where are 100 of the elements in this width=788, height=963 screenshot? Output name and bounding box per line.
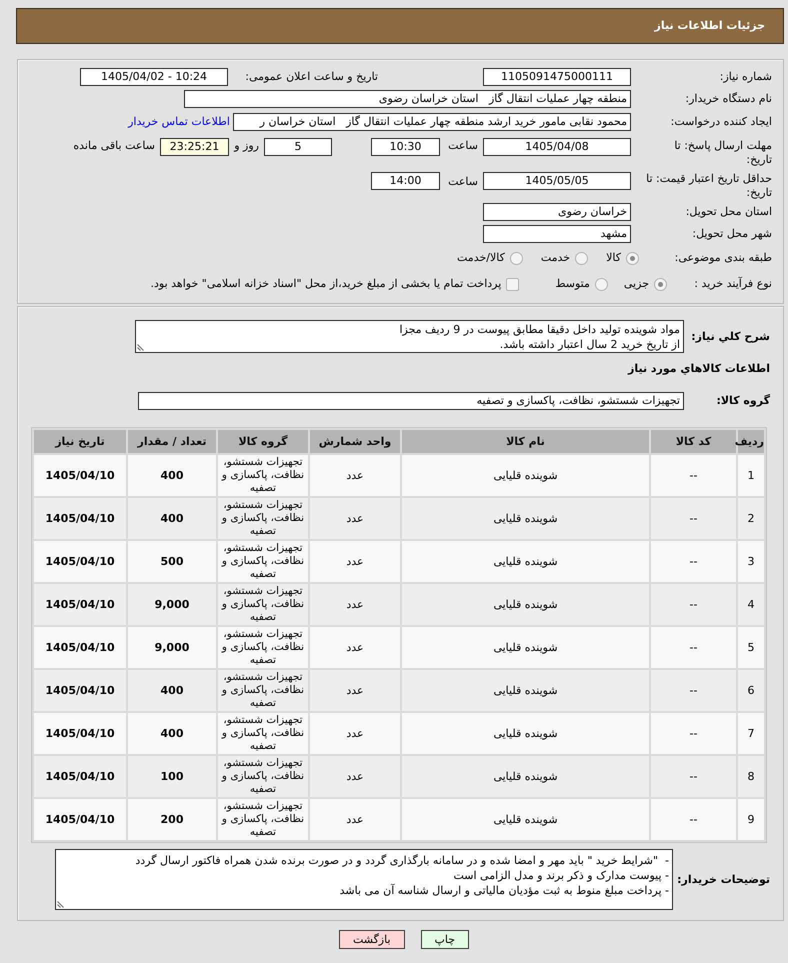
column-header[interactable]: گروه کالا — [218, 430, 308, 453]
column-header[interactable]: تعداد / مقدار — [128, 430, 216, 453]
table-cell: شوینده قلیایی — [402, 670, 649, 711]
table-cell: شوینده قلیایی — [402, 713, 649, 754]
days-left-field[interactable]: 5 — [264, 138, 332, 156]
delivery-province-label: استان محل تحویل: — [686, 205, 772, 219]
print-button[interactable]: چاپ — [420, 930, 470, 949]
table-cell: تجهیزات شستشو، نظافت، پاکسازی و تصفیه — [218, 584, 308, 625]
validity-date-field[interactable]: 1405/05/05 — [483, 172, 631, 190]
time-left-label: ساعت باقی مانده — [73, 139, 155, 153]
radio-button[interactable] — [594, 278, 608, 290]
table-cell: شوینده قلیایی — [402, 627, 649, 668]
table-cell: عدد — [310, 756, 400, 797]
table-cell: 6 — [738, 670, 764, 711]
radio-button[interactable] — [575, 252, 588, 264]
table-cell: -- — [651, 584, 736, 625]
goods-group-label: گروه کالا: — [716, 394, 770, 408]
table-cell: تجهیزات شستشو، نظافت، پاکسازی و تصفیه — [218, 541, 308, 582]
deadline-time-field[interactable]: 10:30 — [371, 138, 440, 156]
table-cell: تجهیزات شستشو، نظافت، پاکسازی و تصفیه — [218, 713, 308, 754]
goods-group-field[interactable]: تجهیزات شستشو، نظافت، پاکسازی و تصفیه — [138, 392, 684, 410]
requester-field[interactable]: محمود نقابی مامور خرید ارشد منطقه چهار عملیات انتقال گاز استان خراسان ر — [233, 113, 631, 131]
table-cell: عدد — [310, 713, 400, 754]
radio-button[interactable] — [510, 252, 523, 264]
table-cell: 1405/04/10 — [34, 541, 126, 582]
buyer-contact-link[interactable]: اطلاعات تماس خریدار — [128, 115, 230, 128]
table-cell: 9,000 — [128, 627, 216, 668]
time-left-field[interactable]: 23:25:21 — [160, 138, 229, 156]
table-cell: عدد — [310, 670, 400, 711]
table-cell: عدد — [310, 627, 400, 668]
delivery-city-field[interactable]: مشهد — [483, 225, 631, 243]
table-cell: شوینده قلیایی — [402, 541, 649, 582]
checkbox-label: پرداخت تمام یا بخشی از مبلغ خرید،از محل "اسناد خزانه اسلامی" خواهد بود. — [150, 277, 502, 291]
table-cell: تجهیزات شستشو، نظافت، پاکسازی و تصفیه — [218, 498, 308, 539]
table-cell: -- — [651, 713, 736, 754]
table-cell: شوینده قلیایی — [402, 756, 649, 797]
resize-grip-icon[interactable] — [137, 343, 145, 351]
radio-button[interactable] — [626, 252, 639, 264]
table-cell: 100 — [128, 756, 216, 797]
table-cell: تجهیزات شستشو، نظافت، پاکسازی و تصفیه — [218, 627, 308, 668]
category-label: طبقه بندی موضوعی: — [674, 251, 772, 265]
column-header[interactable]: ردیف — [738, 430, 764, 453]
table-cell: 9 — [738, 799, 764, 840]
table-cell: تجهیزات شستشو، نظافت، پاکسازی و تصفیه — [218, 670, 308, 711]
announcement-field[interactable]: 1405/04/02 - 10:24 — [80, 68, 228, 86]
table-cell: عدد — [310, 455, 400, 496]
radio-label: کالا — [606, 251, 621, 265]
table-cell: -- — [651, 455, 736, 496]
table-cell: شوینده قلیایی — [402, 799, 649, 840]
back-button[interactable]: بازگشت — [338, 930, 405, 949]
table-cell: شوینده قلیایی — [402, 498, 649, 539]
buyer-organization-field[interactable]: منطقه چهار عملیات انتقال گاز استان خراسان رضوی — [184, 90, 631, 108]
table-cell: 1405/04/10 — [34, 498, 126, 539]
deadline-time-label: ساعت — [448, 139, 478, 153]
column-header[interactable]: کد کالا — [651, 430, 736, 453]
need-number-label: شماره نیاز: — [720, 70, 772, 84]
radio-button[interactable] — [654, 278, 667, 290]
description-field[interactable]: مواد شوینده تولید داخل دقیقا مطابق پیوست در 9 ردیف مجزا از تاریخ خرید 2 سال اعتبار داشته باشد. — [135, 320, 684, 353]
delivery-city-label: شهر محل تحویل: — [692, 227, 772, 241]
checkbox[interactable] — [506, 278, 520, 290]
table-cell: تجهیزات شستشو، نظافت، پاکسازی و تصفیه — [218, 799, 308, 840]
table-cell: -- — [651, 498, 736, 539]
table-cell: 400 — [128, 670, 216, 711]
radio-label: متوسط — [555, 277, 590, 291]
table-cell: 1 — [738, 455, 764, 496]
table-cell: 8 — [738, 756, 764, 797]
resize-grip-icon[interactable] — [57, 900, 65, 908]
table-cell: شوینده قلیایی — [402, 584, 649, 625]
goods-title: اطلاعات کالاهاي مورد نیاز — [628, 362, 770, 376]
table-cell: 1405/04/10 — [34, 756, 126, 797]
table-cell: 1405/04/10 — [34, 584, 126, 625]
column-header[interactable]: واحد شمارش — [310, 430, 400, 453]
radio-label: جزیی — [624, 277, 649, 291]
reply-deadline-label: مهلت ارسال پاسخ: تا تاریخ: — [673, 139, 772, 167]
column-header[interactable]: نام کالا — [402, 430, 649, 453]
table-cell: -- — [651, 670, 736, 711]
table-cell: شوینده قلیایی — [402, 455, 649, 496]
table-cell: 1405/04/10 — [34, 713, 126, 754]
table-cell: 400 — [128, 498, 216, 539]
delivery-province-field[interactable]: خراسان رضوی — [483, 203, 631, 221]
table-cell: 1405/04/10 — [34, 627, 126, 668]
table-cell: عدد — [310, 541, 400, 582]
table-cell: -- — [651, 756, 736, 797]
table-cell: عدد — [310, 498, 400, 539]
page-title: جزئیات اطلاعات نیاز — [654, 19, 765, 32]
table-cell: 1405/04/10 — [34, 799, 126, 840]
buyer-organization-label: نام دستگاه خریدار: — [685, 92, 772, 106]
need-number-field[interactable]: 1105091475000111 — [483, 68, 631, 86]
table-cell: عدد — [310, 799, 400, 840]
deadline-date-field[interactable]: 1405/04/08 — [483, 138, 631, 156]
table-cell: 4 — [738, 584, 764, 625]
table-cell: 500 — [128, 541, 216, 582]
column-header[interactable]: تاریخ نیاز — [34, 430, 126, 453]
description-label: شرح کلي نیاز: — [691, 330, 770, 344]
purchase-process-label: نوع فرآیند خرید : — [694, 277, 772, 291]
table-cell: تجهیزات شستشو، نظافت، پاکسازی و تصفیه — [218, 756, 308, 797]
validity-time-label: ساعت — [448, 175, 478, 189]
buyer-notes-field[interactable]: - "شرایط خرید " باید مهر و امضا شده و در سامانه بارگذاری گردد و در صورت برنده شدن همراه فاکتور ارسال گردد - پیوست مدارک و ذکر برند و مدل الزامی است - پرداخت مبلغ منوط به ثبت مؤدیان مالیاتی و ارسال شناسه آن می باشد — [55, 849, 673, 910]
validity-time-field[interactable]: 14:00 — [371, 172, 440, 190]
table-cell: -- — [651, 627, 736, 668]
